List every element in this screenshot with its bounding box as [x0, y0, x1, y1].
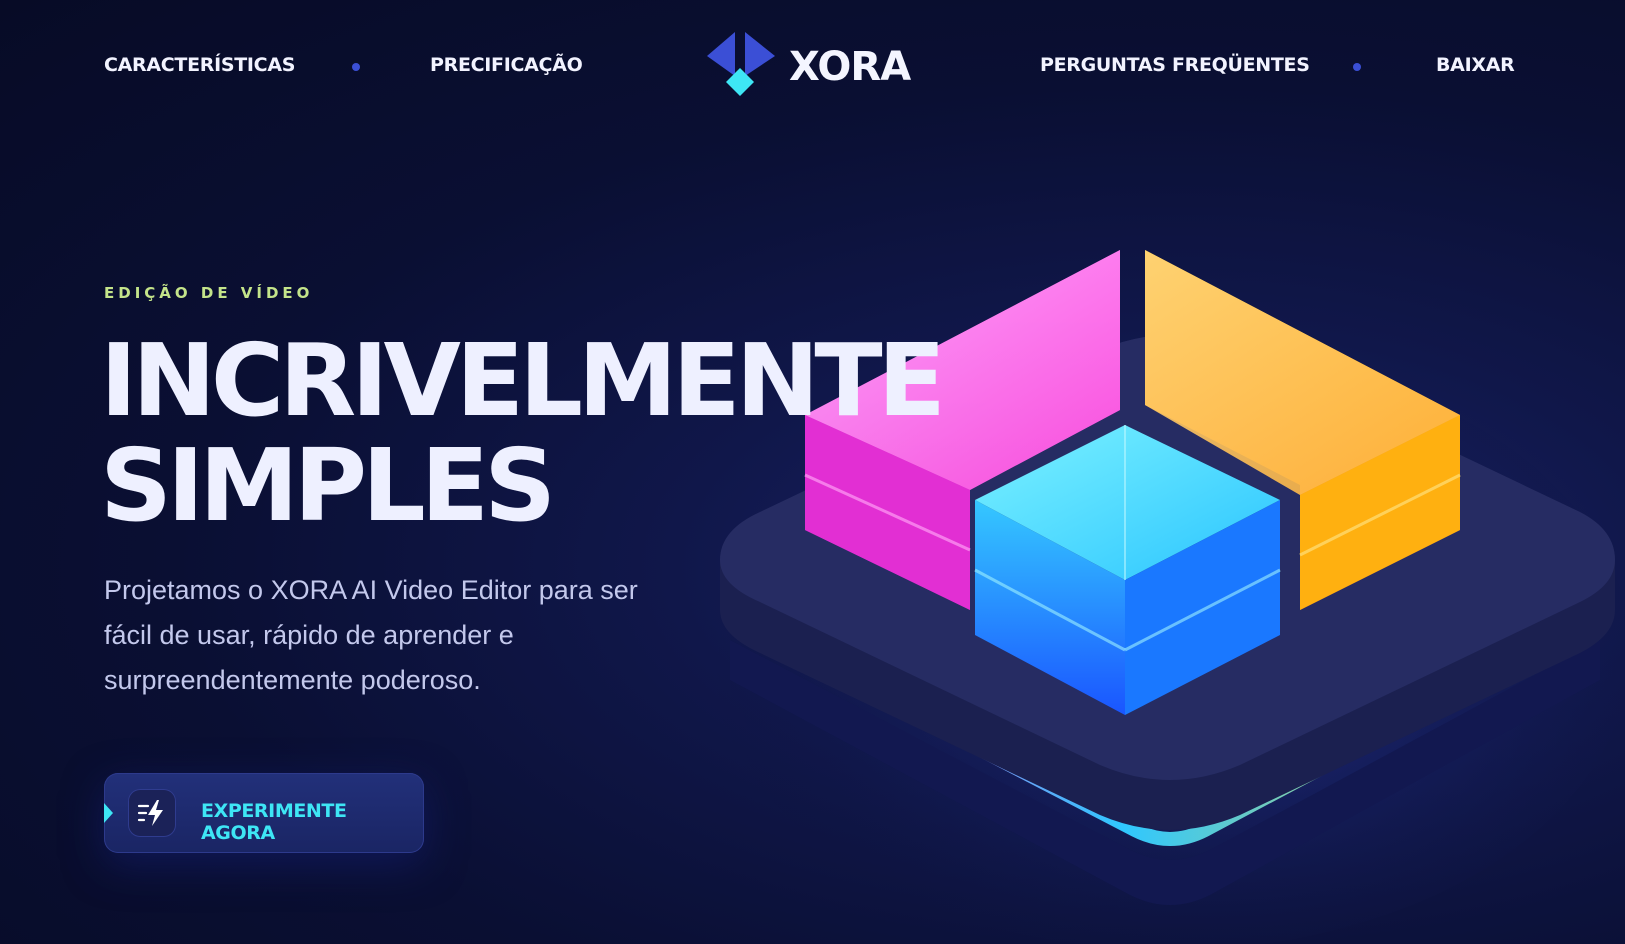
- hero-headline: INCRIVELMENTE SIMPLES: [100, 328, 946, 538]
- xora-logo-icon: [707, 32, 775, 96]
- button-notch: [104, 803, 113, 823]
- hero-eyebrow: EDIÇÃO DE VÍDEO: [104, 284, 314, 302]
- lightning-bolt-icon: [128, 789, 176, 837]
- nav-separator-dot: [1353, 63, 1361, 71]
- xora-logo[interactable]: XORA: [705, 30, 915, 105]
- headline-line-2: SIMPLES: [100, 427, 556, 544]
- nav-link-baixar[interactable]: BAIXAR: [1436, 54, 1515, 76]
- top-navigation: CARACTERÍSTICAS PRECIFICAÇÃO XORA PERGUN…: [0, 0, 1625, 140]
- try-now-button[interactable]: EXPERIMENTE AGORA: [104, 773, 424, 853]
- nav-link-precificacao[interactable]: PRECIFICAÇÃO: [430, 54, 583, 76]
- nav-separator-dot: [352, 63, 360, 71]
- logo-text: XORA: [789, 44, 911, 90]
- nav-link-caracteristicas[interactable]: CARACTERÍSTICAS: [104, 54, 295, 76]
- hero-subtitle: Projetamos o XORA AI Video Editor para s…: [104, 575, 638, 695]
- try-now-label: EXPERIMENTE AGORA: [201, 800, 347, 844]
- nav-link-perguntas-frequentes[interactable]: PERGUNTAS FREQÜENTES: [1040, 54, 1310, 76]
- headline-line-1: INCRIVELMENTE: [100, 322, 946, 439]
